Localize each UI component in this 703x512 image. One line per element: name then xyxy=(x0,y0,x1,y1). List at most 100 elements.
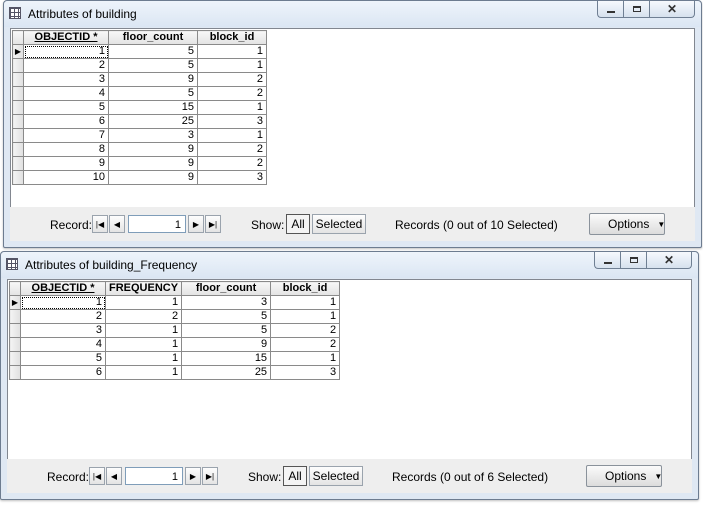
table-row[interactable]: 392 xyxy=(12,72,267,87)
cell-block-id[interactable]: 2 xyxy=(197,156,267,171)
row-selector[interactable] xyxy=(9,323,21,338)
row-header-corner[interactable] xyxy=(9,281,21,296)
row-selector[interactable] xyxy=(12,128,24,143)
table-row[interactable]: 5 1 15 1 xyxy=(9,351,341,366)
previous-record-button[interactable]: ◀ xyxy=(109,215,125,233)
cell-block-id[interactable]: 1 xyxy=(270,295,341,310)
row-selector[interactable] xyxy=(12,86,24,101)
cell-floor-count[interactable]: 9 xyxy=(108,156,198,171)
column-header-objectid[interactable]: OBJECTID * xyxy=(20,281,106,296)
cell-frequency[interactable]: 1 xyxy=(104,365,183,380)
cell-frequency[interactable]: 1 xyxy=(104,337,183,352)
cell-objectid[interactable]: 6 xyxy=(20,365,106,380)
cell-block-id[interactable]: 1 xyxy=(270,351,341,366)
row-selector[interactable] xyxy=(9,309,21,324)
cell-block-id[interactable]: 2 xyxy=(197,142,267,157)
column-header-block-id[interactable]: block_id xyxy=(197,30,267,45)
cell-objectid[interactable]: 6 xyxy=(23,114,109,129)
cell-objectid[interactable]: 9 xyxy=(23,156,109,171)
maximize-button[interactable] xyxy=(623,1,649,18)
show-selected-button[interactable]: Selected xyxy=(312,214,366,234)
cell-block-id[interactable]: 2 xyxy=(197,72,267,87)
last-record-button[interactable]: ▶| xyxy=(202,467,218,485)
cell-block-id[interactable]: 3 xyxy=(197,114,267,129)
row-selector[interactable] xyxy=(12,170,24,185)
maximize-button[interactable] xyxy=(620,252,646,269)
cell-objectid[interactable]: 2 xyxy=(20,309,106,324)
column-header-floor-count[interactable]: floor_count xyxy=(108,30,198,45)
cell-frequency[interactable]: 2 xyxy=(104,309,183,324)
row-header-corner[interactable] xyxy=(12,30,24,45)
cell-floor-count[interactable]: 5 xyxy=(108,44,198,59)
cell-objectid[interactable]: 4 xyxy=(20,337,106,352)
cell-floor-count[interactable]: 9 xyxy=(108,72,198,87)
row-selector[interactable] xyxy=(12,142,24,157)
row-selector[interactable] xyxy=(12,100,24,115)
cell-objectid[interactable]: 5 xyxy=(20,351,106,366)
row-selector[interactable] xyxy=(9,365,21,380)
column-header-frequency[interactable]: FREQUENCY xyxy=(104,281,183,296)
table-row[interactable]: 992 xyxy=(12,156,267,171)
cell-block-id[interactable]: 1 xyxy=(197,58,267,73)
table-row[interactable]: 731 xyxy=(12,128,267,143)
table-row[interactable]: 892 xyxy=(12,142,267,157)
last-record-button[interactable]: ▶| xyxy=(205,215,221,233)
cell-floor-count[interactable]: 25 xyxy=(181,365,272,380)
cell-floor-count[interactable]: 3 xyxy=(181,295,272,310)
cell-objectid[interactable]: 1 xyxy=(23,44,109,59)
table-row[interactable]: 5 15 1 xyxy=(12,100,267,115)
cell-frequency[interactable]: 1 xyxy=(104,323,183,338)
cell-block-id[interactable]: 1 xyxy=(197,128,267,143)
row-selector[interactable] xyxy=(9,351,21,366)
cell-block-id[interactable]: 1 xyxy=(197,44,267,59)
cell-floor-count[interactable]: 3 xyxy=(108,128,198,143)
record-number-input[interactable] xyxy=(125,467,183,485)
row-selector[interactable] xyxy=(12,58,24,73)
cell-objectid[interactable]: 4 xyxy=(23,86,109,101)
cell-block-id[interactable]: 1 xyxy=(197,100,267,115)
cell-frequency[interactable]: 1 xyxy=(104,351,183,366)
cell-objectid[interactable]: 5 xyxy=(23,100,109,115)
cell-floor-count[interactable]: 15 xyxy=(108,100,198,115)
cell-floor-count[interactable]: 5 xyxy=(181,309,272,324)
cell-floor-count[interactable]: 25 xyxy=(108,114,198,129)
cell-block-id[interactable]: 2 xyxy=(197,86,267,101)
cell-block-id[interactable]: 2 xyxy=(270,337,341,352)
title-bar[interactable]: Attributes of building ✕ xyxy=(4,1,701,27)
cell-floor-count[interactable]: 5 xyxy=(108,86,198,101)
table-row[interactable]: 6 25 3 xyxy=(12,114,267,129)
cell-objectid[interactable]: 1 xyxy=(20,295,106,310)
attribute-table-grid[interactable]: OBJECTID * floor_count block_id ▶ 1 5 1 2 5 1 3… xyxy=(10,28,695,208)
cell-block-id[interactable]: 2 xyxy=(270,323,341,338)
cell-objectid[interactable]: 10 xyxy=(23,170,109,185)
table-row[interactable]: 452 xyxy=(12,86,267,101)
options-button[interactable]: Options ▼ xyxy=(586,465,662,487)
row-selector[interactable] xyxy=(12,156,24,171)
row-selector[interactable] xyxy=(12,114,24,129)
show-all-button[interactable]: All xyxy=(286,214,310,234)
table-row[interactable]: ▶ 1 1 3 1 xyxy=(9,295,341,310)
table-row[interactable]: 6 1 25 3 xyxy=(9,365,341,380)
cell-block-id[interactable]: 1 xyxy=(270,309,341,324)
close-button[interactable]: ✕ xyxy=(646,252,692,269)
show-selected-button[interactable]: Selected xyxy=(309,466,363,486)
column-header-block-id[interactable]: block_id xyxy=(270,281,341,296)
cell-floor-count[interactable]: 9 xyxy=(108,142,198,157)
table-row[interactable]: 3152 xyxy=(9,323,341,338)
cell-floor-count[interactable]: 15 xyxy=(181,351,272,366)
close-button[interactable]: ✕ xyxy=(649,1,695,18)
cell-objectid[interactable]: 8 xyxy=(23,142,109,157)
next-record-button[interactable]: ▶ xyxy=(185,467,201,485)
cell-floor-count[interactable]: 9 xyxy=(181,337,272,352)
cell-objectid[interactable]: 3 xyxy=(23,72,109,87)
table-row[interactable]: 10 9 3 xyxy=(12,170,267,185)
table-row[interactable]: ▶ 1 5 1 xyxy=(12,44,267,59)
minimize-button[interactable] xyxy=(597,1,623,18)
table-row[interactable]: 2251 xyxy=(9,309,341,324)
column-header-objectid[interactable]: OBJECTID * xyxy=(23,30,109,45)
show-all-button[interactable]: All xyxy=(283,466,307,486)
row-selector[interactable] xyxy=(9,337,21,352)
cell-objectid[interactable]: 2 xyxy=(23,58,109,73)
cell-objectid[interactable]: 7 xyxy=(23,128,109,143)
minimize-button[interactable] xyxy=(594,252,620,269)
